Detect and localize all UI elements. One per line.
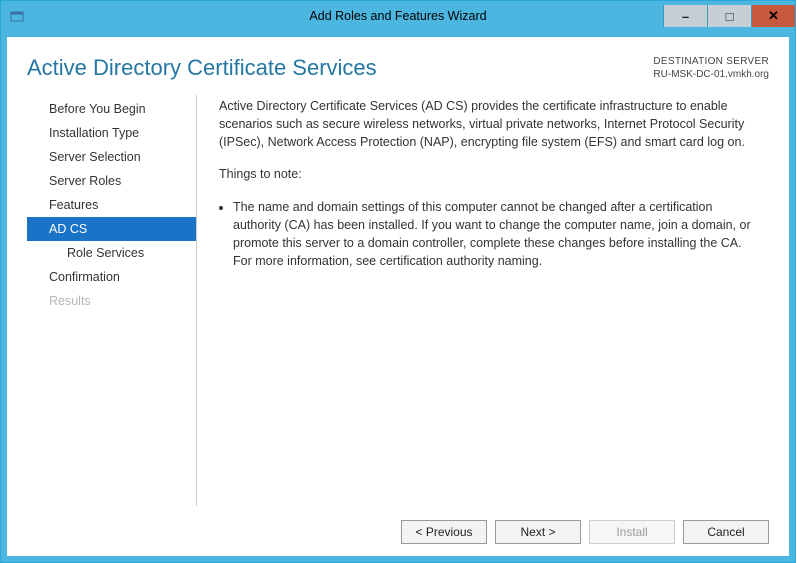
page-title: Active Directory Certificate Services: [27, 55, 377, 81]
step-role-services[interactable]: Role Services: [27, 241, 196, 265]
wizard-window: Add Roles and Features Wizard – □ ✕ Acti…: [0, 0, 796, 563]
step-server-roles[interactable]: Server Roles: [27, 169, 196, 193]
sidebar: Before You Begin Installation Type Serve…: [27, 95, 197, 506]
step-before-you-begin[interactable]: Before You Begin: [27, 97, 196, 121]
wizard-icon: [9, 8, 25, 24]
destination-server: DESTINATION SERVER RU-MSK-DC-01.vmkh.org: [653, 55, 769, 81]
wizard-inner: Active Directory Certificate Services DE…: [7, 37, 789, 556]
step-confirmation[interactable]: Confirmation: [27, 265, 196, 289]
maximize-button[interactable]: □: [707, 5, 751, 27]
close-button[interactable]: ✕: [751, 5, 795, 27]
install-button: Install: [589, 520, 675, 544]
note-list: The name and domain settings of this com…: [233, 198, 761, 271]
step-ad-cs[interactable]: AD CS: [27, 217, 196, 241]
main-content: Active Directory Certificate Services (A…: [197, 95, 769, 506]
destination-label: DESTINATION SERVER: [653, 55, 769, 68]
cancel-button[interactable]: Cancel: [683, 520, 769, 544]
intro-text: Active Directory Certificate Services (A…: [219, 97, 761, 151]
step-server-selection[interactable]: Server Selection: [27, 145, 196, 169]
content-frame: Active Directory Certificate Services DE…: [1, 31, 795, 562]
footer: < Previous Next > Install Cancel: [27, 506, 769, 544]
previous-button[interactable]: < Previous: [401, 520, 487, 544]
minimize-button[interactable]: –: [663, 5, 707, 27]
window-controls: – □ ✕: [663, 5, 795, 27]
step-installation-type[interactable]: Installation Type: [27, 121, 196, 145]
note-heading: Things to note:: [219, 165, 761, 183]
step-features[interactable]: Features: [27, 193, 196, 217]
header-row: Active Directory Certificate Services DE…: [27, 55, 769, 81]
destination-value: RU-MSK-DC-01.vmkh.org: [653, 68, 769, 81]
next-button[interactable]: Next >: [495, 520, 581, 544]
step-results: Results: [27, 289, 196, 313]
wizard-body: Before You Begin Installation Type Serve…: [27, 95, 769, 506]
titlebar: Add Roles and Features Wizard – □ ✕: [1, 1, 795, 31]
note-bullet: The name and domain settings of this com…: [233, 198, 761, 271]
